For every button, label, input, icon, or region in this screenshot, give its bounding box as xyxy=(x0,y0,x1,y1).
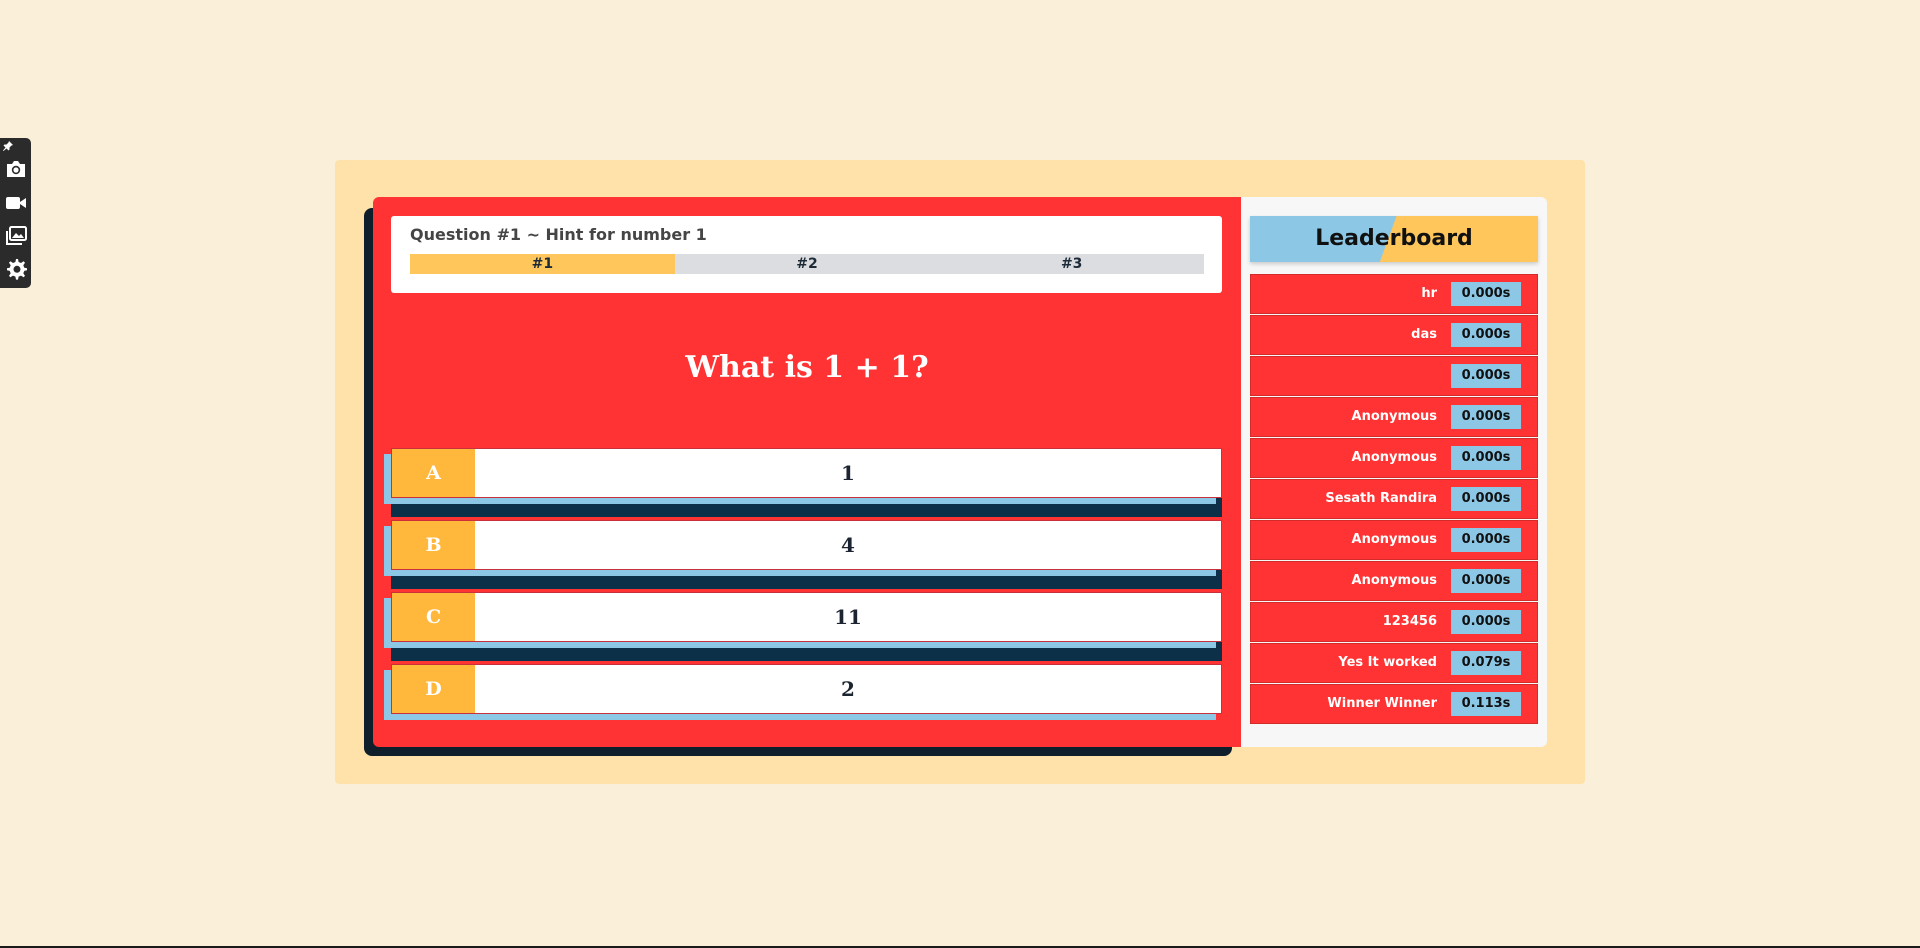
gallery-icon[interactable] xyxy=(5,225,27,247)
question-text: What is 1 + 1? xyxy=(685,350,929,385)
answer-card[interactable]: D 2 xyxy=(391,664,1222,714)
leaderboard-list: hr 0.000s das 0.000s 0.000s Anonymous 0.… xyxy=(1250,274,1538,725)
leaderboard-row: hr 0.000s xyxy=(1250,274,1538,314)
camera-icon[interactable] xyxy=(5,158,27,180)
leaderboard-row: Anonymous 0.000s xyxy=(1250,520,1538,560)
leaderboard-row: Sesath Randira 0.000s xyxy=(1250,479,1538,519)
hint-tab-3[interactable]: #3 xyxy=(939,254,1204,274)
player-time: 0.000s xyxy=(1451,487,1521,511)
answer-card[interactable]: A 1 xyxy=(391,448,1222,498)
hint-tab-1[interactable]: #1 xyxy=(410,254,675,274)
player-time: 0.000s xyxy=(1451,610,1521,634)
pin-icon[interactable] xyxy=(3,141,13,151)
answer-letter: B xyxy=(392,521,475,569)
leaderboard-row: 0.000s xyxy=(1250,356,1538,396)
answer-letter: A xyxy=(392,449,475,497)
answer-option-a[interactable]: A 1 xyxy=(384,448,1224,508)
answer-letter: C xyxy=(392,593,475,641)
hint-tab-2[interactable]: #2 xyxy=(675,254,940,274)
leaderboard-row: Anonymous 0.000s xyxy=(1250,397,1538,437)
player-name: Anonymous xyxy=(1351,532,1437,547)
player-time: 0.079s xyxy=(1451,651,1521,675)
answer-text: 1 xyxy=(841,461,855,485)
answer-card[interactable]: B 4 xyxy=(391,520,1222,570)
hint-tabs: #1 #2 #3 xyxy=(410,254,1204,274)
leaderboard-header: Leaderboard xyxy=(1250,216,1538,262)
player-name: hr xyxy=(1421,286,1437,301)
player-time: 0.000s xyxy=(1451,405,1521,429)
player-time: 0.113s xyxy=(1451,692,1521,716)
player-name: Sesath Randira xyxy=(1325,491,1437,506)
player-name: 123456 xyxy=(1382,614,1437,629)
player-time: 0.000s xyxy=(1451,323,1521,347)
player-name: Anonymous xyxy=(1351,573,1437,588)
video-camera-icon[interactable] xyxy=(5,192,27,214)
leaderboard-title: Leaderboard xyxy=(1315,226,1473,251)
leaderboard-row: Winner Winner 0.113s xyxy=(1250,684,1538,724)
leaderboard-row: Anonymous 0.000s xyxy=(1250,438,1538,478)
player-time: 0.000s xyxy=(1451,569,1521,593)
player-name: Anonymous xyxy=(1351,409,1437,424)
leaderboard-row: Anonymous 0.000s xyxy=(1250,561,1538,601)
player-name: Winner Winner xyxy=(1327,696,1437,711)
player-time: 0.000s xyxy=(1451,282,1521,306)
answer-card[interactable]: C 11 xyxy=(391,592,1222,642)
player-time: 0.000s xyxy=(1451,528,1521,552)
side-toolbar xyxy=(0,138,31,288)
answer-text: 11 xyxy=(834,605,862,629)
answer-text: 2 xyxy=(841,677,855,701)
answer-option-b[interactable]: B 4 xyxy=(384,520,1224,580)
leaderboard-row: Yes It worked 0.079s xyxy=(1250,643,1538,683)
answer-option-d[interactable]: D 2 xyxy=(384,664,1224,724)
player-time: 0.000s xyxy=(1451,446,1521,470)
leaderboard-row: das 0.000s xyxy=(1250,315,1538,355)
leaderboard-row: 123456 0.000s xyxy=(1250,602,1538,642)
hint-title: Question #1 ~ Hint for number 1 xyxy=(410,225,707,244)
gear-icon[interactable] xyxy=(5,258,27,280)
player-time: 0.000s xyxy=(1451,364,1521,388)
answer-text: 4 xyxy=(841,533,855,557)
answer-option-c[interactable]: C 11 xyxy=(384,592,1224,652)
player-name: das xyxy=(1411,327,1437,342)
player-name: Anonymous xyxy=(1351,450,1437,465)
player-name: Yes It worked xyxy=(1338,655,1437,670)
hint-box: Question #1 ~ Hint for number 1 #1 #2 #3 xyxy=(391,216,1222,293)
answer-letter: D xyxy=(392,665,475,713)
